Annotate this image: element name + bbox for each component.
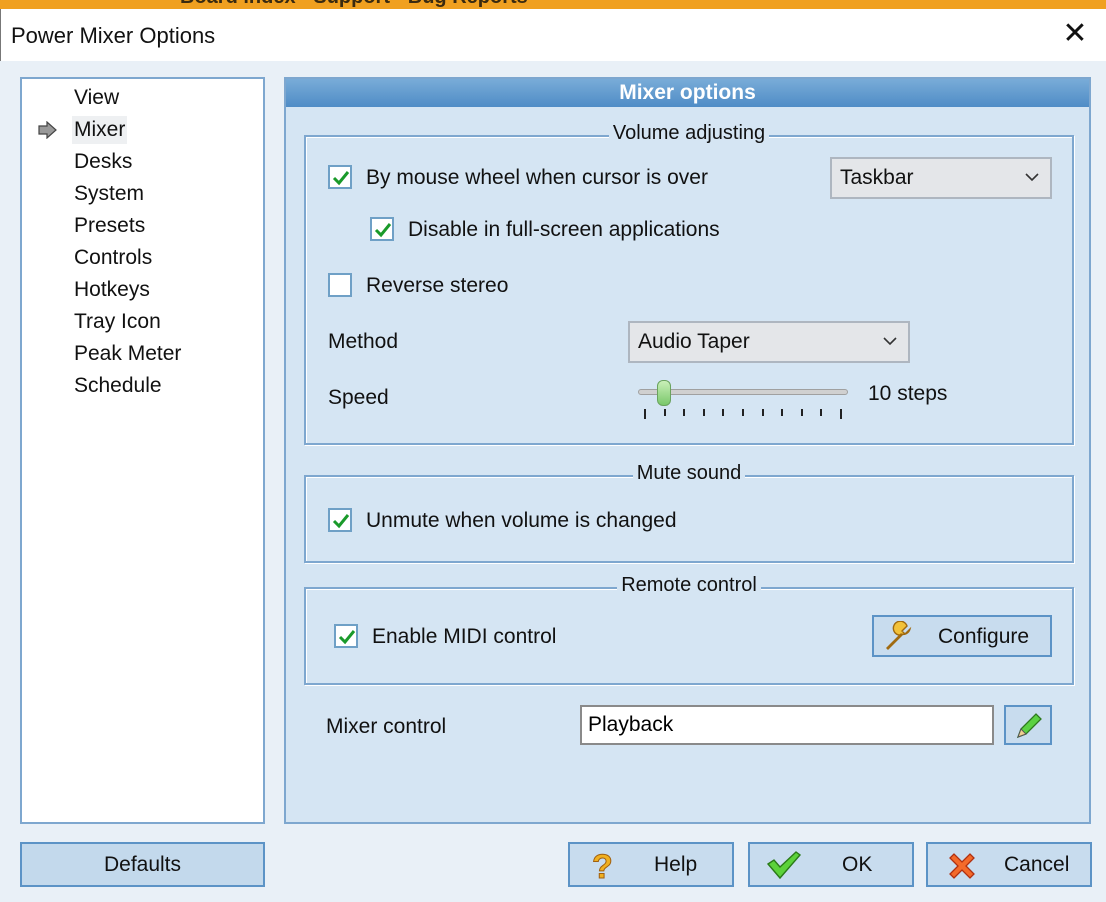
mouse-wheel-label: By mouse wheel when cursor is over: [366, 166, 708, 189]
ok-button[interactable]: OK: [748, 842, 914, 887]
mixer-control-label: Mixer control: [326, 715, 447, 738]
cancel-label: Cancel: [1004, 853, 1070, 876]
defaults-button[interactable]: Defaults: [20, 842, 265, 887]
checkmark-icon: [332, 171, 350, 186]
pencil-icon: [1016, 713, 1042, 739]
cancel-button[interactable]: Cancel: [926, 842, 1092, 887]
midi-checkbox[interactable]: [334, 624, 358, 648]
sidebar-item-view[interactable]: View: [72, 84, 121, 112]
slider-tick: [840, 409, 842, 419]
slider-tick: [781, 409, 784, 416]
ok-label: OK: [842, 853, 873, 876]
reverse-stereo-label: Reverse stereo: [366, 274, 509, 297]
fullscreen-checkbox[interactable]: [370, 217, 394, 241]
sidebar-item-desks[interactable]: Desks: [72, 148, 134, 176]
mouse-wheel-checkbox[interactable]: [328, 165, 352, 189]
checkmark-icon: [374, 223, 392, 238]
help-button[interactable]: ? Help: [568, 842, 734, 887]
checkmark-icon: [766, 851, 802, 880]
panel-header: Mixer options: [286, 79, 1089, 107]
slider-tick: [663, 409, 666, 416]
help-label: Help: [654, 853, 698, 876]
sidebar-item-schedule[interactable]: Schedule: [72, 372, 164, 400]
sidebar-item-mixer[interactable]: Mixer: [72, 116, 128, 144]
close-icon[interactable]: ✕: [1060, 17, 1090, 51]
speed-slider-thumb[interactable]: [656, 380, 671, 406]
slider-tick: [800, 409, 803, 416]
dropdown-value: Taskbar: [840, 166, 914, 189]
defaults-label: Defaults: [103, 853, 182, 876]
unmute-label: Unmute when volume is changed: [366, 509, 677, 532]
configure-button[interactable]: Configure: [872, 615, 1052, 657]
speed-label: Speed: [328, 386, 389, 409]
wheel-target-dropdown[interactable]: Taskbar: [830, 157, 1052, 199]
group-legend: Remote control: [617, 574, 761, 596]
method-label: Method: [328, 330, 399, 353]
configure-label: Configure: [938, 625, 1030, 648]
fullscreen-label: Disable in full-screen applications: [408, 218, 720, 241]
slider-tick: [683, 409, 686, 416]
chevron-down-icon: [1024, 159, 1040, 210]
mixer-control-input[interactable]: [580, 705, 994, 745]
method-dropdown[interactable]: Audio Taper: [628, 321, 910, 363]
sidebar-item-controls[interactable]: Controls: [72, 244, 154, 272]
cancel-x-icon: [949, 853, 975, 879]
midi-label: Enable MIDI control: [372, 625, 557, 648]
checkmark-icon: [332, 514, 350, 529]
svg-text:?: ?: [592, 848, 613, 884]
sidebar-item-tray-icon[interactable]: Tray Icon: [72, 308, 163, 336]
chevron-down-icon: [882, 323, 898, 374]
checkmark-icon: [338, 630, 356, 645]
dropdown-value: Audio Taper: [638, 330, 750, 353]
sidebar-item-presets[interactable]: Presets: [72, 212, 147, 240]
category-list: View Mixer Desks System Presets Controls Hotke…: [20, 77, 265, 824]
mixer-options-panel: Mixer options Volume adjusting By mouse …: [284, 77, 1091, 824]
sidebar-item-hotkeys[interactable]: Hotkeys: [72, 276, 152, 304]
speed-value: 10 steps: [868, 382, 948, 405]
group-legend: Volume adjusting: [608, 122, 770, 144]
sidebar-item-peak-meter[interactable]: Peak Meter: [72, 340, 183, 368]
slider-tick: [644, 409, 646, 419]
slider-tick: [820, 409, 823, 416]
sidebar-item-system[interactable]: System: [72, 180, 146, 208]
background-breadcrumb: Board index · Support · Bug Reports: [180, 0, 528, 9]
unmute-checkbox[interactable]: [328, 508, 352, 532]
slider-tick: [722, 409, 725, 416]
reverse-stereo-checkbox[interactable]: [328, 273, 352, 297]
help-icon: ?: [592, 848, 614, 884]
title-bar: Power Mixer Options ✕: [0, 9, 1106, 61]
edit-mixer-control-button[interactable]: [1004, 705, 1052, 745]
slider-tick: [702, 409, 705, 416]
wrench-icon: [886, 621, 912, 650]
window-title: Power Mixer Options: [11, 23, 216, 48]
slider-tick: [761, 409, 764, 416]
group-legend: Mute sound: [632, 462, 746, 484]
background-page-strip: Board index · Support · Bug Reports: [0, 0, 1106, 9]
arrow-right-icon: [38, 121, 57, 139]
slider-tick: [742, 409, 744, 416]
